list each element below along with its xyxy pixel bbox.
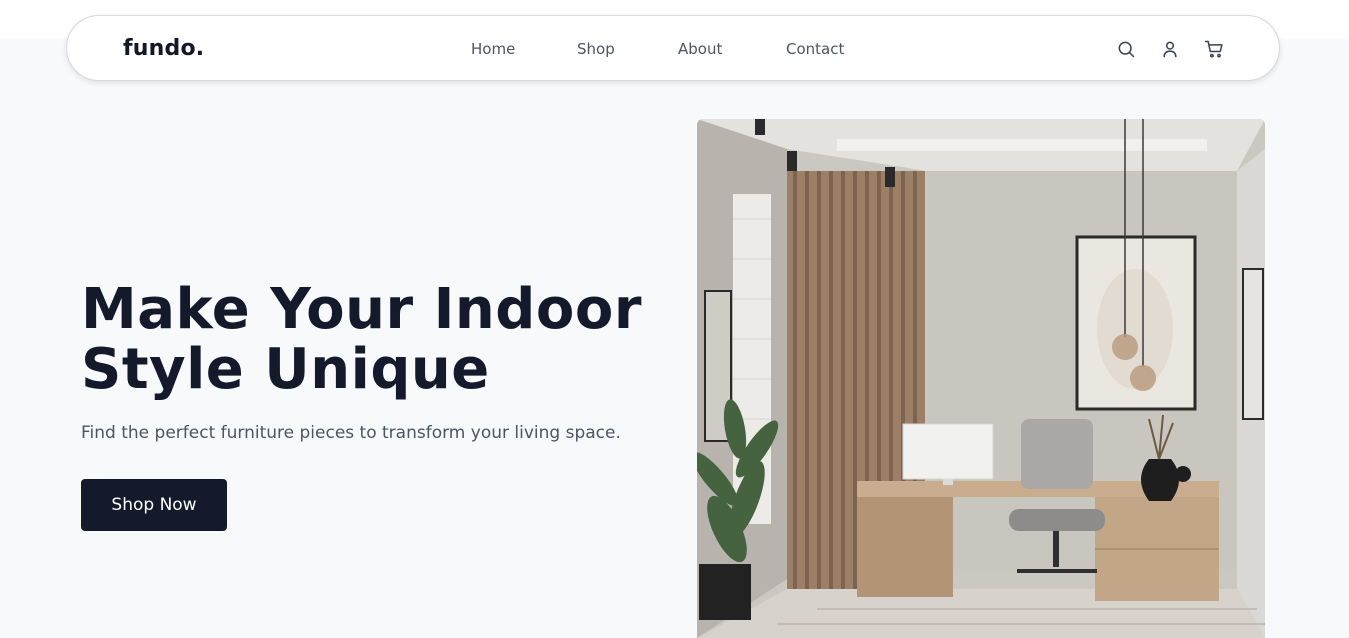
nav-link-shop[interactable]: Shop (577, 40, 615, 58)
hero-title: Make Your Indoor Style Unique (81, 280, 681, 400)
cart-icon[interactable] (1203, 38, 1225, 60)
hero-subtitle: Find the perfect furniture pieces to tra… (81, 423, 621, 443)
hero-image (697, 119, 1265, 638)
search-icon[interactable] (1115, 38, 1137, 60)
nav-link-about[interactable]: About (678, 40, 722, 58)
hero-title-line-2: Style Unique (81, 337, 490, 402)
nav-link-contact[interactable]: Contact (786, 40, 844, 58)
nav-link-home[interactable]: Home (471, 40, 515, 58)
hero-title-line-1: Make Your Indoor (81, 277, 642, 342)
office-interior-illustration (697, 119, 1265, 638)
user-icon[interactable] (1159, 38, 1181, 60)
shop-now-button[interactable]: Shop Now (81, 479, 227, 531)
nav-links: Home Shop About Contact (67, 16, 1279, 82)
navbar: fundo. Home Shop About Contact (66, 15, 1280, 81)
